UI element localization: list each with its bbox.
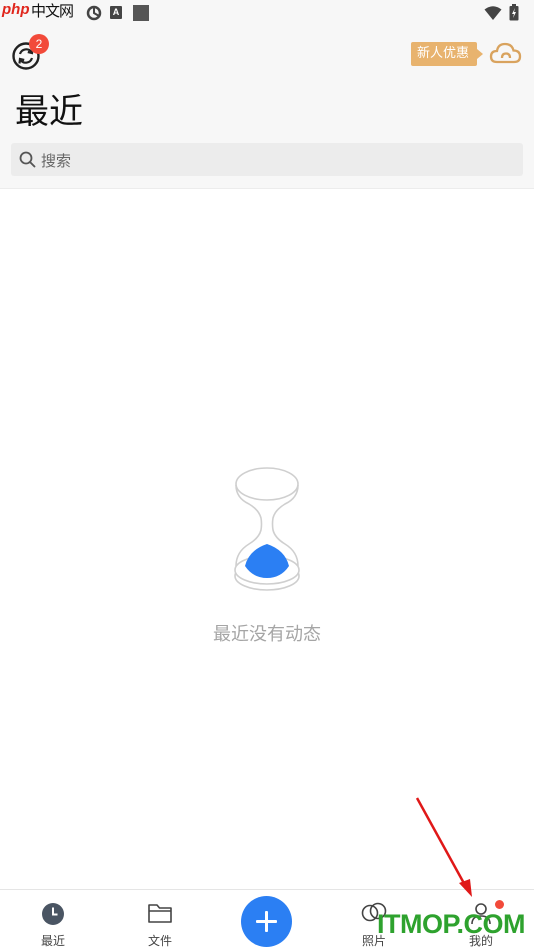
search-input[interactable]: 搜索 [11,143,523,176]
hourglass-icon [229,466,305,594]
a-icon: A [110,6,122,19]
square-icon [133,5,149,21]
nav-item-recent[interactable]: 最近 [0,890,106,950]
mine-notification-dot [495,900,504,909]
search-icon [19,151,36,172]
itmop-watermark: ITMOP.COM [377,909,526,939]
folder-icon [147,902,173,928]
search-placeholder: 搜索 [41,152,72,170]
php-watermark-logo: php [2,1,30,18]
add-button[interactable] [241,896,292,947]
notification-app-icon [86,5,102,25]
sync-count-badge: 2 [29,34,49,54]
status-bar: php 中文网 A [0,0,534,26]
annotation-arrow-icon [410,795,480,904]
nav-label-recent: 最近 [40,934,65,948]
cloud-icon[interactable] [489,41,522,69]
page-header: 2 新人优惠 最近 搜索 [0,26,534,189]
nav-item-files[interactable]: 文件 [107,890,213,950]
battery-icon [509,4,519,25]
clock-icon [41,902,65,930]
php-watermark-text: 中文网 [31,2,74,20]
nav-label-files: 文件 [147,934,172,948]
page-title: 最近 [15,92,83,132]
wifi-icon [484,5,502,25]
empty-state-message: 最近没有动态 [213,624,321,645]
new-user-promo-button[interactable]: 新人优惠 [411,42,484,66]
